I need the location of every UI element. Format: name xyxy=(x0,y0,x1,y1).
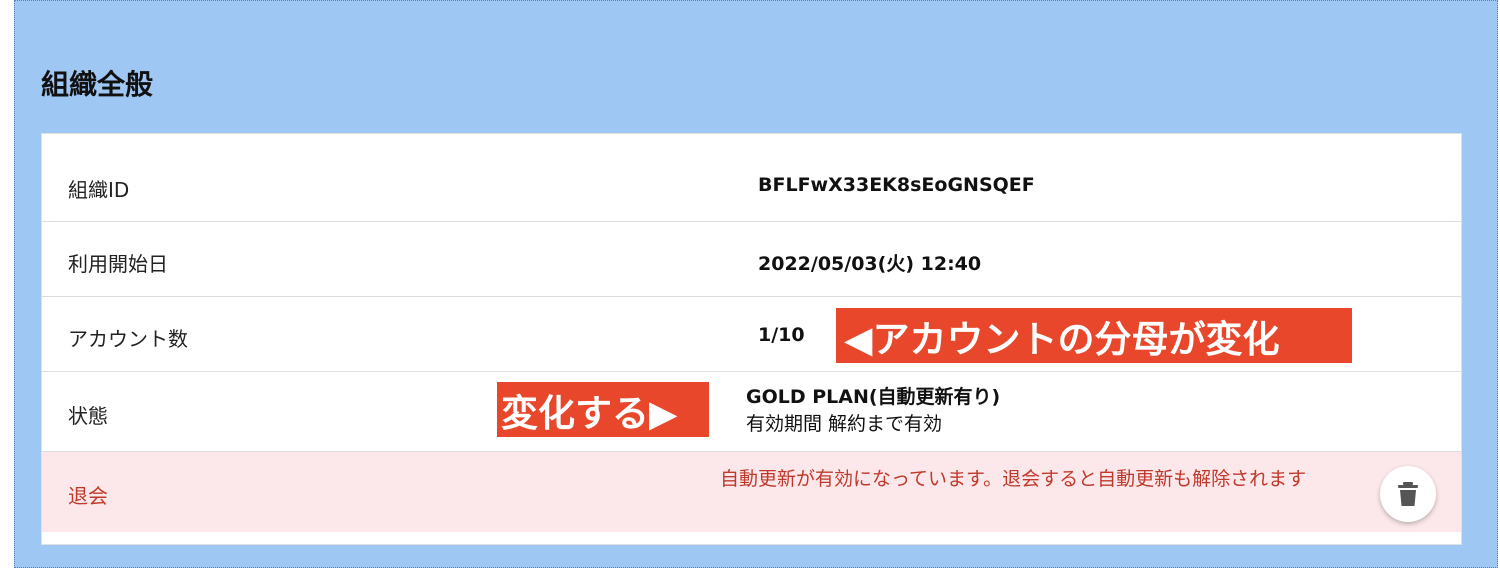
withdraw-warning: 自動更新が有効になっています。退会すると自動更新も解除されます xyxy=(720,468,1307,490)
trash-icon xyxy=(1398,482,1418,506)
withdraw-label: 退会 xyxy=(68,484,108,508)
settings-panel: 組織全般 組織ID BFLFwX33EK8sEoGNSQEF 利用開始日 202… xyxy=(14,0,1498,568)
status-annotation: 変化する▶ xyxy=(497,382,709,437)
row-start-date: 利用開始日 2022/05/03(火) 12:40 xyxy=(42,222,1461,297)
start-date-value: 2022/05/03(火) 12:40 xyxy=(758,253,982,275)
row-withdraw: 退会 自動更新が有効になっています。退会すると自動更新も解除されます xyxy=(42,452,1461,532)
status-value: GOLD PLAN(自動更新有り) 有効期間 解約まで有効 xyxy=(746,384,1000,438)
org-id-value: BFLFwX33EK8sEoGNSQEF xyxy=(758,174,1035,196)
row-status: 状態 GOLD PLAN(自動更新有り) 有効期間 解約まで有効 xyxy=(42,372,1461,452)
account-annotation: ◀アカウントの分母が変化 xyxy=(836,308,1352,363)
plan-text: GOLD PLAN(自動更新有り) xyxy=(746,386,1001,408)
org-id-label: 組織ID xyxy=(68,178,130,202)
validity-text: 有効期間 解約まで有効 xyxy=(746,413,943,435)
start-date-label: 利用開始日 xyxy=(68,252,168,276)
row-org-id: 組織ID BFLFwX33EK8sEoGNSQEF xyxy=(42,134,1461,222)
delete-button[interactable] xyxy=(1380,466,1436,522)
section-title: 組織全般 xyxy=(41,68,154,101)
account-count-value: 1/10 xyxy=(758,324,805,346)
status-label: 状態 xyxy=(68,404,108,428)
account-count-label: アカウント数 xyxy=(68,327,188,351)
